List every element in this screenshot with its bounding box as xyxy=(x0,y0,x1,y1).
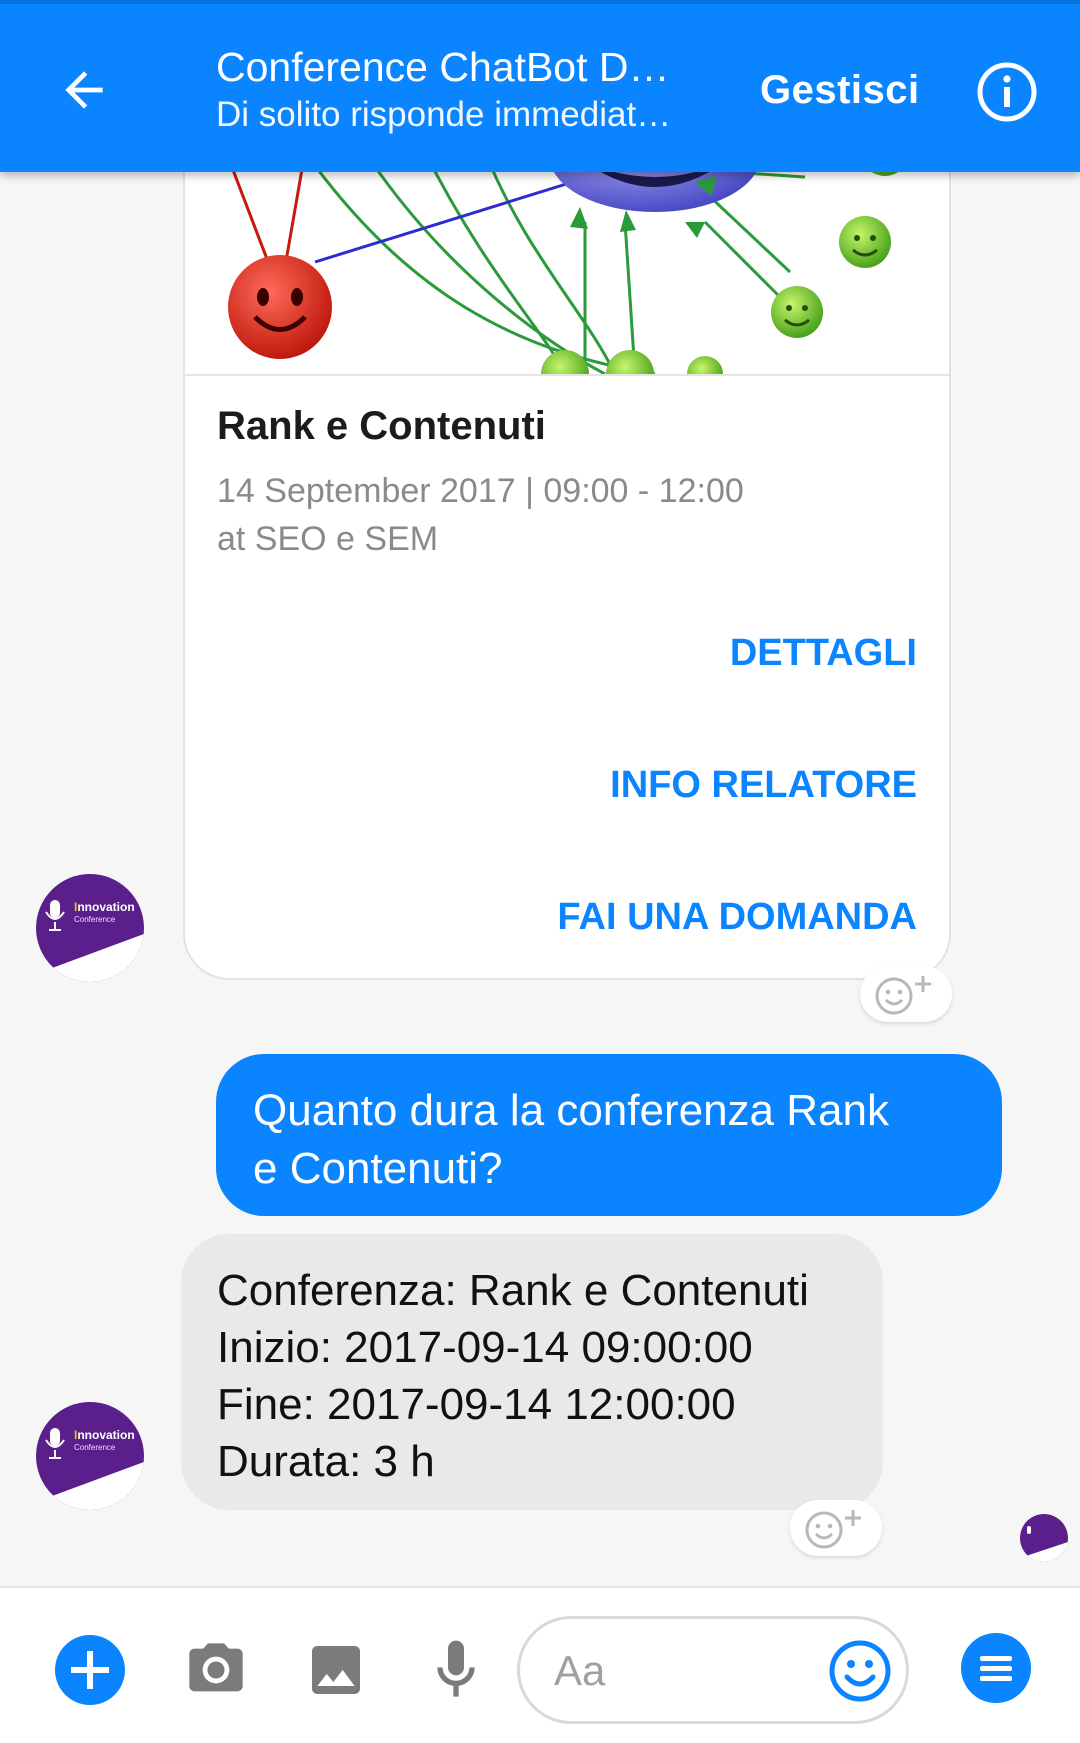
message-input[interactable] xyxy=(552,1639,806,1703)
react-button[interactable] xyxy=(790,1500,882,1556)
emoji-button[interactable] xyxy=(828,1639,892,1708)
chat-subtitle: Di solito risponde immediat… xyxy=(216,95,672,134)
info-circle-icon xyxy=(977,62,1037,122)
avatar-brand-sub: Conference xyxy=(74,915,116,924)
more-actions-button[interactable] xyxy=(54,1634,126,1711)
card-date: 14 September 2017 | 09:00 - 12:00 xyxy=(217,472,744,510)
incoming-message[interactable]: Conferenza: Rank e Contenuti Inizio: 201… xyxy=(181,1234,883,1510)
menu-button[interactable] xyxy=(960,1632,1032,1709)
plus-circle-icon xyxy=(55,1635,125,1705)
avatar-brand-text: Innovation xyxy=(74,900,135,914)
network-smileys-illustration xyxy=(228,152,909,398)
manage-button[interactable]: Gestisci xyxy=(760,68,920,113)
composer-bar xyxy=(0,1586,1080,1743)
react-button[interactable] xyxy=(860,966,952,1022)
avatar-brand-sub: Conference xyxy=(74,1443,116,1452)
card-title: Rank e Contenuti xyxy=(217,404,546,448)
arrow-left-icon xyxy=(65,71,103,109)
outgoing-message[interactable]: Quanto dura la conferenza Rank e Contenu… xyxy=(216,1054,1002,1216)
chat-titles[interactable]: Conference ChatBot De… Di solito rispond… xyxy=(216,42,686,138)
menu-icon xyxy=(961,1633,1031,1703)
chat-header: Conference ChatBot De… Di solito rispond… xyxy=(0,0,1080,172)
seen-avatar xyxy=(1020,1514,1068,1562)
smiley-plus-icon xyxy=(805,1510,861,1549)
microphone-icon xyxy=(437,1640,475,1697)
image-icon xyxy=(312,1646,360,1694)
card-image xyxy=(185,152,949,398)
speaker-info-button[interactable]: INFO RELATORE xyxy=(610,764,917,807)
camera-icon xyxy=(189,1643,243,1692)
back-button[interactable] xyxy=(48,54,120,126)
incoming-line: Inizio: 2017-09-14 09:00:00 xyxy=(217,1323,753,1372)
info-button[interactable] xyxy=(975,60,1039,124)
avatar-brand-text: Innovation xyxy=(74,1428,135,1442)
incoming-line: Fine: 2017-09-14 12:00:00 xyxy=(217,1380,736,1429)
bot-avatar[interactable]: Innovation Conference xyxy=(36,1402,144,1510)
gallery-button[interactable] xyxy=(304,1638,368,1707)
incoming-line: Durata: 3 h xyxy=(217,1437,435,1486)
outgoing-line: e Contenuti? xyxy=(253,1144,503,1193)
voice-button[interactable] xyxy=(424,1634,488,1711)
incoming-line: Conferenza: Rank e Contenuti xyxy=(217,1266,809,1315)
card-location: at SEO e SEM xyxy=(217,520,439,558)
details-button[interactable]: DETTAGLI xyxy=(730,632,917,675)
outgoing-line: Quanto dura la conferenza Rank xyxy=(253,1086,889,1135)
chat-title: Conference ChatBot De… xyxy=(216,44,686,90)
camera-button[interactable] xyxy=(184,1638,248,1707)
event-card: Rank e Contenuti 14 September 2017 | 09:… xyxy=(183,150,951,980)
bot-avatar[interactable]: Innovation Conference xyxy=(36,874,144,982)
message-input-box[interactable] xyxy=(517,1616,909,1724)
smiley-plus-icon xyxy=(875,976,931,1015)
emoji-icon xyxy=(829,1640,891,1702)
ask-question-button[interactable]: FAI UNA DOMANDA xyxy=(557,896,917,939)
